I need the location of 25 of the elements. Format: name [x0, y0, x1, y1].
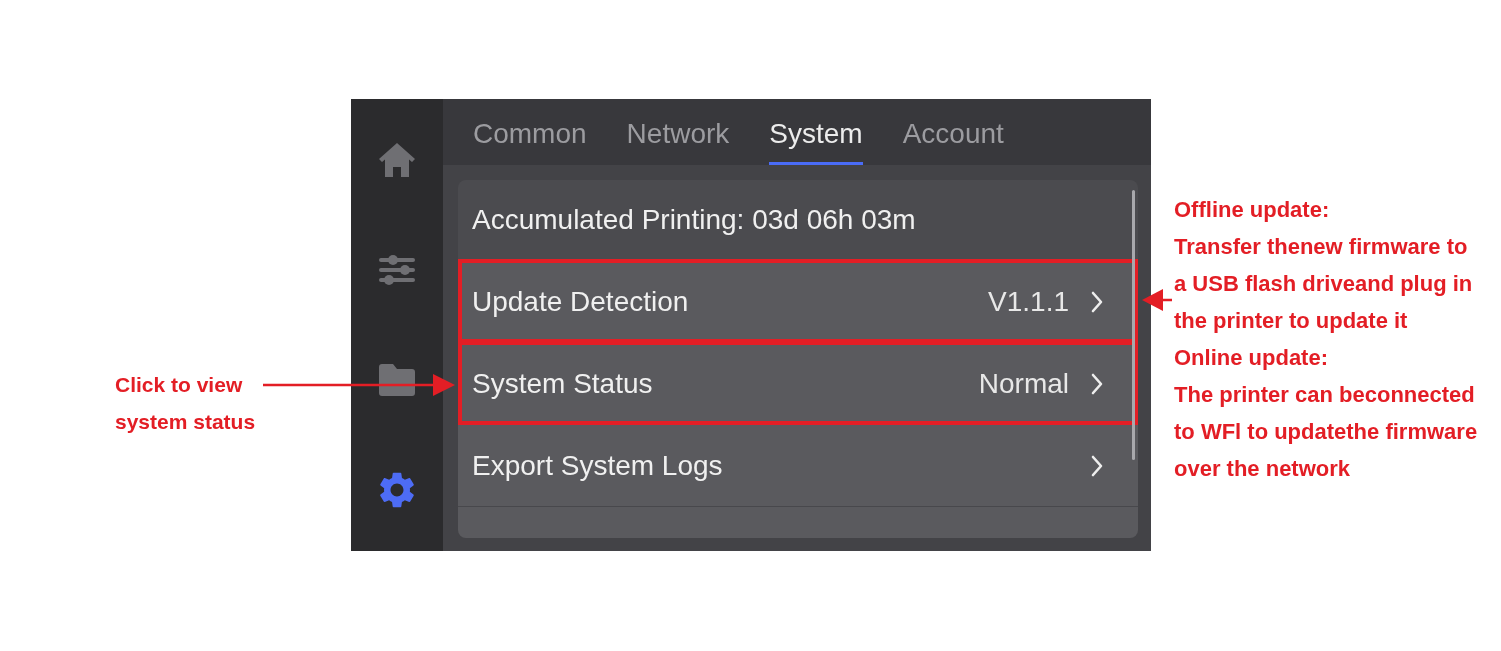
row-label: System Status [472, 366, 653, 401]
chevron-icon [1091, 454, 1103, 477]
home-icon[interactable] [378, 141, 416, 179]
callout-text: The printer can beconnected to WFl to updatethe firmware over the network [1174, 381, 1479, 483]
menu-row[interactable]: Export System Logs [458, 424, 1138, 506]
tab[interactable]: Common [473, 99, 587, 165]
row-label: Update Detection [472, 284, 689, 319]
row-label: Accumulated Printing: 03d 06h 03m [472, 203, 916, 237]
menu-row[interactable]: Update Detection V1.1.1 [458, 260, 1138, 342]
menu-row[interactable]: System Status Normal [458, 342, 1138, 424]
callout-text: Online update: [1174, 344, 1329, 372]
row-label: Export System Logs [472, 448, 723, 483]
row-value: Normal [978, 366, 1069, 401]
folder-icon[interactable] [379, 364, 415, 396]
tab[interactable]: Network [626, 99, 730, 165]
settings-icon[interactable] [379, 472, 415, 508]
callout-arrow [1142, 289, 1172, 311]
chevron-icon [1091, 372, 1103, 395]
row-value: V1.1.1 [988, 284, 1069, 319]
tab[interactable]: Account [902, 99, 1004, 165]
sliders-icon[interactable] [379, 255, 415, 285]
chevron-icon [1091, 290, 1103, 313]
callout-text: Click to view system status [115, 372, 257, 435]
callout-text: Transfer thenew firmware to a USB flash driveand plug in the printer to update it [1174, 233, 1474, 335]
callout-text: Offline update: [1174, 196, 1331, 224]
